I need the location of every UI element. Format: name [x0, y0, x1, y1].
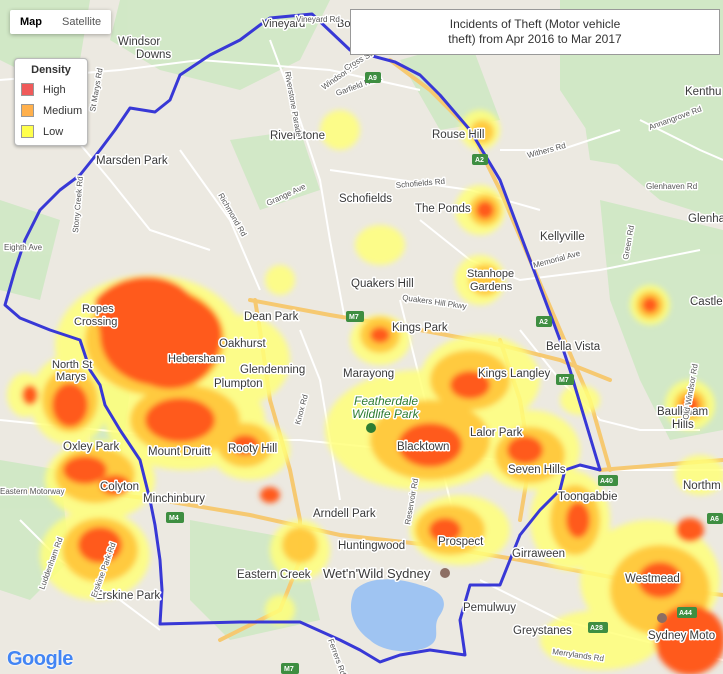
place-label: Schofields: [339, 193, 392, 205]
place-label: Hebersham: [168, 353, 225, 365]
place-label: Toongabbie: [558, 491, 617, 503]
place-label: Lalor Park: [470, 427, 523, 439]
place-label: Kellyville: [540, 231, 585, 243]
place-label: Colyton: [100, 481, 139, 493]
place-label: Greystanes: [513, 625, 572, 637]
place-label: Downs: [136, 49, 171, 61]
shield-a28: A28: [588, 622, 608, 633]
legend-swatch-low: [21, 125, 34, 138]
place-label: Crossing: [74, 316, 117, 328]
place-label: Plumpton: [214, 378, 263, 390]
density-legend: Density High Medium Low: [14, 58, 88, 146]
place-label: Wildlife Park: [352, 407, 420, 421]
svg-text:A44: A44: [679, 610, 692, 617]
place-label: Glenhav: [688, 213, 723, 225]
place-label: Kenthu: [685, 86, 721, 98]
shield-a2-b: A2: [536, 316, 552, 327]
place-label: Stanhope: [467, 268, 514, 280]
place-label: Erskine Park: [95, 590, 160, 602]
place-label: The Ponds: [415, 203, 471, 215]
shield-m7-b: M7: [556, 374, 574, 385]
legend-item-medium: Medium: [21, 100, 87, 121]
shield-m7-a: M7: [346, 311, 364, 322]
shield-m4: M4: [166, 512, 184, 523]
place-label: Seven Hills: [508, 464, 566, 476]
place-label: Girraween: [512, 548, 565, 560]
svg-text:A2: A2: [539, 319, 548, 326]
map-type-satellite-button[interactable]: Satellite: [52, 10, 111, 34]
place-label: Northm: [683, 480, 721, 492]
place-label: Mount Druitt: [148, 446, 211, 458]
shield-m7-c: M7: [281, 663, 299, 674]
svg-text:M7: M7: [284, 666, 294, 673]
map-canvas[interactable]: Vineyard Bo Windsor Downs Riverstone Mar…: [0, 0, 723, 674]
place-label: Westmead: [625, 573, 680, 585]
svg-text:M7: M7: [349, 314, 359, 321]
shield-a44: A44: [677, 607, 697, 618]
place-label: Oakhurst: [219, 338, 266, 350]
shield-a6: A6: [707, 513, 723, 524]
place-label: Arndell Park: [313, 508, 376, 520]
legend-label-low: Low: [43, 125, 64, 138]
svg-text:A40: A40: [600, 478, 613, 485]
road-label: Glenhaven Rd: [646, 182, 697, 191]
map-type-control: Map Satellite: [10, 10, 112, 34]
place-label: Marys: [56, 371, 86, 383]
place-label: Oxley Park: [63, 441, 119, 453]
racing-pin-icon: [657, 613, 667, 623]
legend-item-low: Low: [21, 121, 87, 142]
place-label: Kings Park: [392, 322, 448, 334]
place-label: Rouse Hill: [432, 129, 484, 141]
svg-text:A9: A9: [368, 75, 377, 82]
svg-text:A2: A2: [475, 157, 484, 164]
place-label: North St: [52, 359, 92, 371]
place-label: Dean Park: [244, 311, 299, 323]
attraction-pin-icon: [440, 568, 450, 578]
place-label: Bella Vista: [546, 341, 601, 353]
place-label: Marsden Park: [96, 155, 168, 167]
google-logo[interactable]: Google: [7, 648, 73, 671]
park-pin-icon: [366, 423, 376, 433]
place-label: Ropes: [82, 303, 114, 315]
map-title-line-1: Incidents of Theft (Motor vehicle: [449, 17, 621, 31]
place-label: Huntingwood: [338, 540, 405, 552]
shield-a2-a: A2: [472, 154, 488, 165]
place-label: Hills: [672, 419, 694, 431]
place-label: Blacktown: [397, 441, 449, 453]
legend-swatch-high: [21, 83, 34, 96]
road-label: Eastern Motorway: [0, 487, 64, 496]
shield-a9: A9: [365, 72, 381, 83]
svg-text:A28: A28: [590, 625, 603, 632]
place-label: Eastern Creek: [237, 569, 311, 581]
place-label: Marayong: [343, 368, 394, 380]
place-label: Windsor: [118, 36, 160, 48]
legend-label-medium: Medium: [43, 104, 83, 117]
svg-text:M7: M7: [559, 377, 569, 384]
place-label: Wet'n'Wild Sydney: [323, 566, 431, 581]
road-label: Eighth Ave: [4, 243, 43, 252]
place-label: Kings Langley: [478, 368, 550, 380]
place-label: Pemulwuy: [463, 602, 516, 614]
place-label: Gardens: [470, 281, 513, 293]
place-label: Quakers Hill: [351, 278, 414, 290]
svg-text:A6: A6: [710, 516, 719, 523]
legend-title: Density: [31, 64, 71, 76]
place-label: Glendenning: [240, 364, 305, 376]
map-title: Incidents of Theft (Motor vehicle theft)…: [350, 9, 720, 55]
legend-swatch-medium: [21, 104, 34, 117]
place-label: Featherdale: [354, 394, 418, 408]
road-label: Vineyard Rd: [296, 15, 340, 24]
map-title-line-2: theft) from Apr 2016 to Mar 2017: [448, 32, 622, 46]
map-type-map-button[interactable]: Map: [10, 10, 52, 34]
place-label: Rooty Hill: [228, 443, 277, 455]
place-label: Sydney Moto: [648, 630, 715, 642]
place-label: Castle: [690, 296, 723, 308]
svg-text:M4: M4: [169, 515, 179, 522]
shield-a40: A40: [598, 475, 618, 486]
place-label: Prospect: [438, 536, 484, 548]
place-label: Minchinbury: [143, 493, 205, 505]
legend-label-high: High: [43, 83, 66, 96]
legend-item-high: High: [21, 79, 87, 100]
